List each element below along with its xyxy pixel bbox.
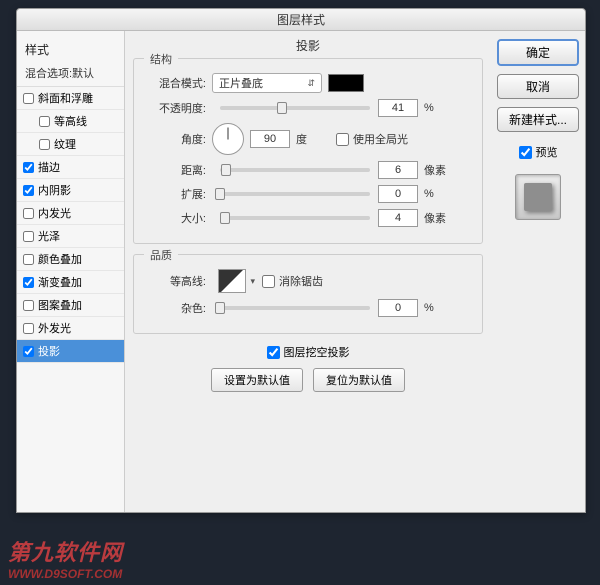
distance-input[interactable]: 6 — [378, 161, 418, 179]
sidebar-item-label: 光泽 — [38, 228, 60, 244]
blend-mode-value: 正片叠底 — [219, 75, 263, 91]
layer-style-dialog: 图层样式 样式 混合选项:默认 斜面和浮雕等高线纹理描边内阴影内发光光泽颜色叠加… — [16, 8, 586, 513]
noise-unit: % — [424, 302, 454, 314]
sidebar-item-label: 斜面和浮雕 — [38, 90, 93, 106]
angle-unit: 度 — [296, 131, 326, 147]
structure-group: 结构 混合模式: 正片叠底 ⇵ 不透明度: 41 % 角度: — [133, 58, 483, 244]
size-label: 大小: — [144, 210, 206, 226]
size-slider[interactable] — [220, 216, 370, 220]
sidebar-item-7[interactable]: 颜色叠加 — [17, 248, 124, 271]
spread-input[interactable]: 0 — [378, 185, 418, 203]
sidebar-item-label: 等高线 — [54, 113, 87, 129]
sidebar-item-8[interactable]: 渐变叠加 — [17, 271, 124, 294]
sidebar-item-1[interactable]: 等高线 — [17, 110, 124, 133]
sidebar-subheading[interactable]: 混合选项:默认 — [17, 62, 124, 87]
contour-label: 等高线: — [144, 273, 206, 289]
sidebar-item-3[interactable]: 描边 — [17, 156, 124, 179]
contour-picker[interactable]: ▾ — [218, 269, 246, 293]
global-light-checkbox[interactable]: 使用全局光 — [336, 131, 408, 147]
angle-dial[interactable] — [212, 123, 244, 155]
sidebar-item-10[interactable]: 外发光 — [17, 317, 124, 340]
reset-default-button[interactable]: 复位为默认值 — [313, 368, 405, 392]
sidebar-item-2[interactable]: 纹理 — [17, 133, 124, 156]
style-sidebar: 样式 混合选项:默认 斜面和浮雕等高线纹理描边内阴影内发光光泽颜色叠加渐变叠加图… — [17, 31, 125, 512]
spread-label: 扩展: — [144, 186, 206, 202]
size-input[interactable]: 4 — [378, 209, 418, 227]
dialog-content: 样式 混合选项:默认 斜面和浮雕等高线纹理描边内阴影内发光光泽颜色叠加渐变叠加图… — [17, 31, 585, 512]
blend-mode-select[interactable]: 正片叠底 ⇵ — [212, 73, 322, 93]
new-style-button[interactable]: 新建样式... — [497, 107, 579, 132]
ok-button[interactable]: 确定 — [497, 39, 579, 66]
opacity-label: 不透明度: — [144, 100, 206, 116]
distance-unit: 像素 — [424, 162, 454, 178]
sidebar-item-label: 内阴影 — [38, 182, 71, 198]
opacity-unit: % — [424, 102, 454, 114]
right-panel: 确定 取消 新建样式... 预览 — [491, 31, 585, 512]
sidebar-item-checkbox[interactable] — [23, 185, 34, 196]
sidebar-item-6[interactable]: 光泽 — [17, 225, 124, 248]
opacity-slider[interactable] — [220, 106, 370, 110]
sidebar-item-checkbox[interactable] — [23, 231, 34, 242]
sidebar-item-label: 外发光 — [38, 320, 71, 336]
blend-mode-label: 混合模式: — [144, 75, 206, 91]
quality-title: 品质 — [144, 247, 178, 263]
sidebar-item-checkbox[interactable] — [23, 162, 34, 173]
opacity-input[interactable]: 41 — [378, 99, 418, 117]
watermark: 第九软件网 WWW.D9SOFT.COM — [8, 535, 123, 581]
sidebar-item-checkbox[interactable] — [23, 346, 34, 357]
spread-unit: % — [424, 188, 454, 200]
sidebar-item-checkbox[interactable] — [23, 300, 34, 311]
sidebar-item-label: 投影 — [38, 343, 60, 359]
knockout-checkbox[interactable]: 图层挖空投影 — [133, 344, 483, 360]
size-unit: 像素 — [424, 210, 454, 226]
preview-checkbox[interactable]: 预览 — [519, 144, 558, 160]
angle-label: 角度: — [144, 131, 206, 147]
spread-slider[interactable] — [220, 192, 370, 196]
chevron-updown-icon: ⇵ — [307, 78, 315, 89]
sidebar-item-checkbox[interactable] — [23, 93, 34, 104]
sidebar-item-checkbox[interactable] — [23, 277, 34, 288]
distance-slider[interactable] — [220, 168, 370, 172]
main-panel: 投影 结构 混合模式: 正片叠底 ⇵ 不透明度: 41 % — [125, 31, 491, 512]
sidebar-item-5[interactable]: 内发光 — [17, 202, 124, 225]
distance-label: 距离: — [144, 162, 206, 178]
sidebar-item-label: 渐变叠加 — [38, 274, 82, 290]
noise-slider[interactable] — [220, 306, 370, 310]
sidebar-item-label: 纹理 — [54, 136, 76, 152]
sidebar-item-label: 图案叠加 — [38, 297, 82, 313]
quality-group: 品质 等高线: ▾ 消除锯齿 杂色: 0 % — [133, 254, 483, 334]
noise-input[interactable]: 0 — [378, 299, 418, 317]
sidebar-item-checkbox[interactable] — [39, 116, 50, 127]
sidebar-item-label: 内发光 — [38, 205, 71, 221]
sidebar-heading: 样式 — [17, 37, 124, 62]
cancel-button[interactable]: 取消 — [497, 74, 579, 99]
sidebar-item-11[interactable]: 投影 — [17, 340, 124, 363]
preview-thumbnail — [515, 174, 561, 220]
sidebar-item-checkbox[interactable] — [23, 254, 34, 265]
shadow-color-swatch[interactable] — [328, 74, 364, 92]
sidebar-item-checkbox[interactable] — [39, 139, 50, 150]
antialias-checkbox[interactable]: 消除锯齿 — [262, 273, 323, 289]
effect-tab-label: 投影 — [133, 37, 483, 54]
set-default-button[interactable]: 设置为默认值 — [211, 368, 303, 392]
noise-label: 杂色: — [144, 300, 206, 316]
sidebar-item-4[interactable]: 内阴影 — [17, 179, 124, 202]
sidebar-item-0[interactable]: 斜面和浮雕 — [17, 87, 124, 110]
structure-title: 结构 — [144, 51, 178, 67]
sidebar-item-checkbox[interactable] — [23, 208, 34, 219]
sidebar-item-9[interactable]: 图案叠加 — [17, 294, 124, 317]
sidebar-item-label: 颜色叠加 — [38, 251, 82, 267]
sidebar-item-checkbox[interactable] — [23, 323, 34, 334]
angle-input[interactable]: 90 — [250, 130, 290, 148]
dialog-title: 图层样式 — [17, 9, 585, 31]
chevron-down-icon: ▾ — [250, 276, 255, 287]
sidebar-item-label: 描边 — [38, 159, 60, 175]
